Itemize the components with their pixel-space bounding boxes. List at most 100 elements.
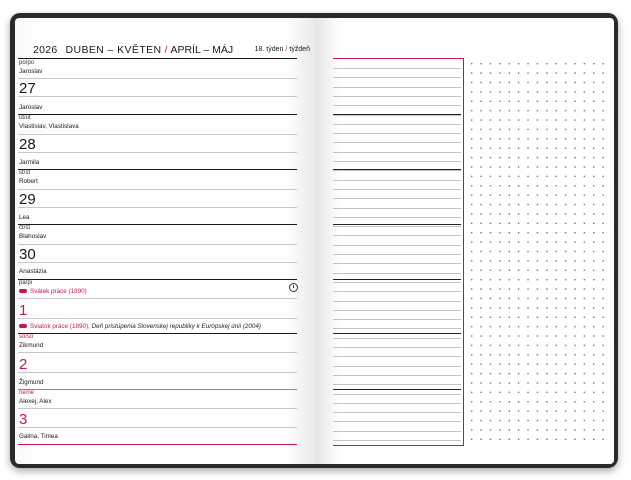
write-line	[18, 244, 297, 245]
nameday-sk: Jaroslav	[19, 104, 43, 111]
notes-line	[333, 291, 461, 292]
notes-line	[333, 309, 461, 311]
notes-bottom-rule	[333, 445, 464, 447]
nameday-cz: Blahoslav	[19, 233, 47, 240]
notes-line	[333, 374, 461, 376]
holiday-flag-icon	[19, 289, 27, 294]
notes-line	[333, 77, 461, 78]
day-separator	[18, 224, 297, 226]
notes-line	[333, 244, 461, 246]
header-slash: /	[164, 44, 168, 56]
notes-line	[333, 384, 461, 385]
notes-line	[333, 263, 461, 264]
notes-line	[333, 356, 461, 357]
day-abbr: st/st	[19, 170, 31, 176]
write-line	[18, 352, 297, 353]
notes-line	[333, 430, 461, 432]
notes-line	[333, 207, 461, 209]
notes-day-line	[333, 279, 461, 280]
write-line	[18, 408, 297, 409]
write-line	[18, 78, 297, 79]
notes-line	[333, 281, 461, 283]
header-year: 2026	[33, 44, 58, 56]
write-line	[18, 96, 297, 97]
day-abbr: po/po	[19, 60, 35, 66]
clock-icon	[289, 283, 298, 292]
day-abbr: pá/pi	[19, 280, 33, 286]
day-abbr: ne/ne	[19, 390, 35, 396]
nameday-cz: Alexej, Alex	[19, 398, 52, 405]
write-line	[18, 298, 297, 299]
holiday-sk-text: Sviatok práce (1890),	[30, 323, 90, 330]
week-sk: týždeň	[289, 46, 310, 53]
dot-grid	[466, 58, 612, 448]
notes-line	[333, 421, 461, 423]
day-number: 30	[19, 246, 36, 263]
day-abbr: so/so	[19, 334, 34, 340]
notes-day-line	[333, 224, 461, 225]
day-separator	[18, 279, 297, 281]
notes-line	[333, 226, 461, 227]
notes-line	[333, 272, 461, 274]
write-line	[18, 318, 297, 319]
notes-day-line	[333, 389, 461, 390]
notes-line	[333, 161, 461, 162]
page-bottom-rule	[18, 444, 297, 446]
notes-line	[333, 170, 461, 171]
write-line	[18, 134, 297, 135]
day-number: 27	[19, 80, 36, 97]
header-month-sk: APRÍL – MÁJ	[170, 44, 234, 56]
holiday-flag-icon	[19, 324, 27, 329]
day-abbr: út/ut	[19, 115, 31, 121]
header-rule	[18, 58, 297, 60]
notes-line	[333, 328, 461, 330]
holiday-sk-note: Deň pristúpenia Slovenskej republiky k E…	[91, 323, 262, 330]
notes-line	[333, 254, 461, 255]
notes-day-line	[333, 333, 461, 334]
notes-day-line	[333, 169, 461, 170]
notes-line	[333, 402, 461, 404]
day-separator	[18, 333, 297, 335]
notes-line	[333, 198, 461, 199]
notes-line	[333, 235, 461, 237]
notes-line	[333, 319, 461, 320]
notes-line	[333, 86, 461, 88]
week-slash: /	[285, 46, 288, 53]
write-line	[18, 189, 297, 190]
holiday-cz-text: Svátek práce (1890)	[30, 288, 87, 295]
notes-line	[333, 216, 461, 218]
nameday-sk: Žigmund	[19, 379, 44, 386]
left-page: 2026 DUBEN – KVĚTEN / APRÍL – MÁJ 18. týde…	[15, 18, 315, 464]
day-separator	[18, 389, 297, 390]
day-separator	[18, 169, 297, 171]
notes-line	[333, 105, 461, 106]
nameday-sk: Galina, Timea	[19, 433, 58, 440]
nameday-cz: Zikmund	[19, 342, 44, 349]
day-separator	[18, 114, 297, 116]
week-cz: 18. týden	[254, 46, 284, 53]
notes-top-rule	[333, 58, 464, 60]
notes-line	[333, 188, 461, 190]
write-line	[18, 427, 297, 428]
notes-line	[333, 179, 461, 181]
nameday-cz: Robert	[19, 178, 38, 185]
day-number: 29	[19, 191, 36, 208]
write-line	[18, 262, 297, 263]
day-abbr: čt/št	[19, 225, 31, 231]
week-number: 18. týden / týždeň	[255, 46, 310, 53]
notes-divider	[463, 58, 465, 446]
day-number: 28	[19, 136, 36, 153]
notes-line	[333, 133, 461, 134]
notes-line	[333, 347, 461, 348]
nameday-sk: Jarmila	[19, 159, 40, 166]
day-number: 2	[19, 356, 28, 373]
holiday-cz: Svátek práce (1890)	[19, 288, 87, 295]
page-header: 2026 DUBEN – KVĚTEN / APRÍL – MÁJ	[33, 44, 233, 56]
notes-line	[333, 95, 461, 97]
notes-line	[333, 123, 461, 125]
day-number: 1	[19, 302, 28, 319]
notes-line	[333, 365, 461, 367]
nameday-sk: Anastázia	[19, 268, 47, 275]
header-month-cz: DUBEN – KVĚTEN	[65, 44, 162, 56]
write-line	[18, 207, 297, 208]
